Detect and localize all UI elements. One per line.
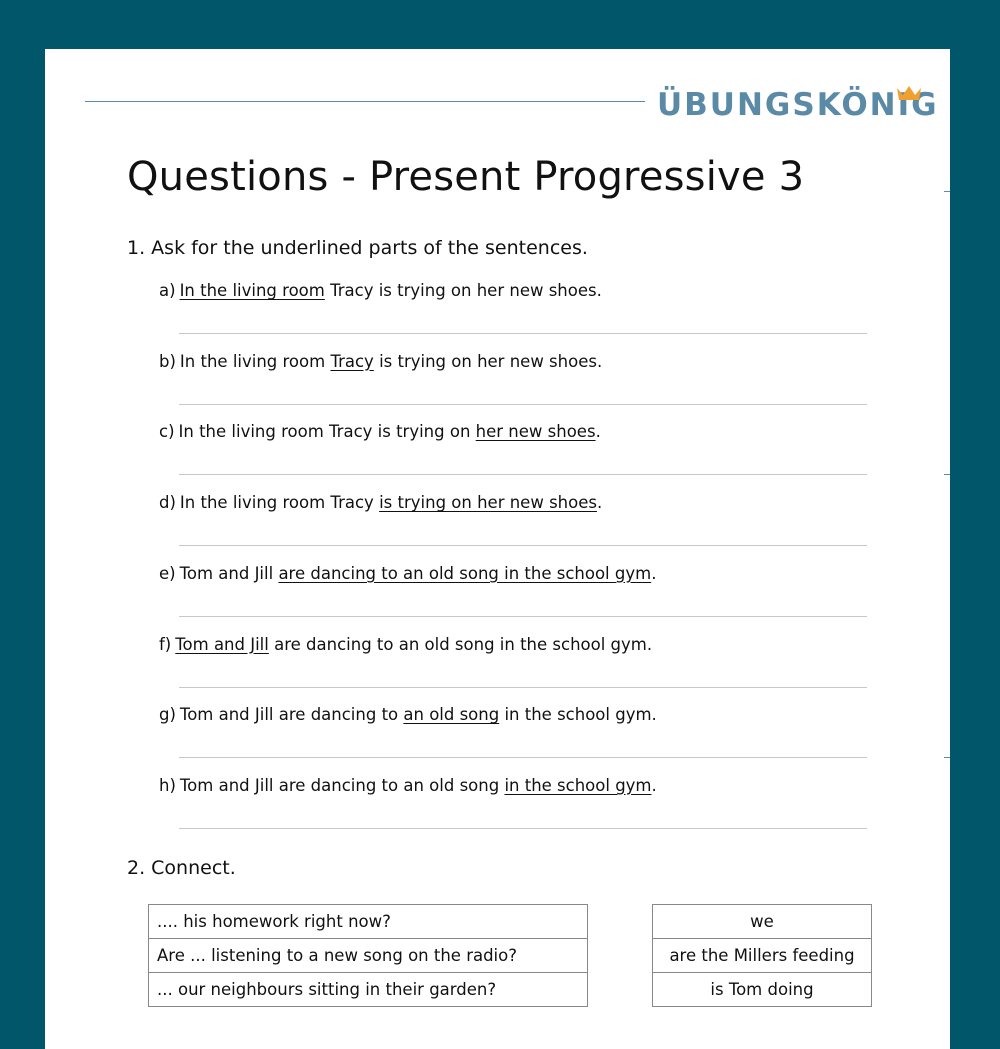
item-underlined-text: is trying on her new shoes	[379, 493, 597, 513]
connect-right-cell[interactable]: is Tom doing	[652, 972, 872, 1007]
connect-left-cell[interactable]: .... his homework right now?	[148, 904, 588, 939]
connect-left-row: ... our neighbours sitting in their gard…	[148, 972, 588, 1007]
item-text-after: in the school gym.	[499, 705, 657, 725]
exercise-item: a) In the living room Tracy is trying on …	[159, 281, 602, 300]
item-underlined-text: in the school gym	[504, 775, 652, 795]
item-label: c)	[159, 422, 175, 442]
connect-right-table: we are the Millers feeding is Tom doing	[652, 904, 872, 1007]
worksheet-page: ÜBUNGSKÖNIG Questions - Present Progress…	[45, 49, 950, 1049]
crown-icon	[897, 86, 921, 100]
exercise-item: b) In the living room Tracy is trying on …	[159, 352, 602, 371]
fold-mark	[944, 191, 950, 192]
exercise-item: f) Tom and Jill are dancing to an old son…	[159, 635, 652, 654]
item-text-before: In the living room Tracy is trying on	[178, 422, 476, 442]
item-text-before: Tom and Jill are dancing to	[179, 705, 404, 725]
connect-left-row: Are ... listening to a new song on the r…	[148, 938, 588, 973]
item-text-after: .	[596, 493, 603, 513]
connect-right-cell[interactable]: we	[652, 904, 872, 939]
item-underlined-text: her new shoes	[475, 422, 596, 442]
answer-line[interactable]	[179, 545, 867, 547]
connect-right-row: are the Millers feeding	[652, 938, 872, 973]
page-title: Questions - Present Progressive 3	[127, 154, 805, 200]
item-text-before: In the living room	[179, 351, 331, 371]
item-text-before: In the living room Tracy	[179, 493, 380, 513]
item-underlined-text: an old song	[403, 705, 500, 725]
item-label: a)	[159, 281, 176, 300]
task2-heading: 2. Connect.	[127, 857, 236, 879]
item-label: d)	[159, 493, 176, 513]
answer-line[interactable]	[179, 474, 867, 476]
item-text-before: Tom and Jill	[179, 563, 279, 583]
item-text-after: Tracy is trying on her new shoes.	[324, 281, 602, 300]
connect-left-cell[interactable]: Are ... listening to a new song on the r…	[148, 938, 588, 973]
item-label: b)	[159, 351, 176, 371]
task1-heading: 1. Ask for the underlined parts of the s…	[127, 237, 588, 259]
header-rule	[85, 101, 645, 102]
item-text-before: Tom and Jill are dancing to an old song	[179, 775, 505, 795]
answer-line[interactable]	[179, 686, 867, 688]
item-underlined-text: Tom and Jill	[175, 634, 269, 654]
exercise-item: e) Tom and Jill are dancing to an old son…	[159, 564, 656, 583]
item-text-after: .	[651, 563, 657, 583]
item-text-after: is trying on her new shoes.	[373, 351, 603, 371]
answer-line[interactable]	[179, 403, 867, 405]
exercise-item: h) Tom and Jill are dancing to an old son…	[159, 776, 657, 795]
connect-right-cell[interactable]: are the Millers feeding	[652, 938, 872, 973]
connect-left-row: .... his homework right now?	[148, 904, 588, 939]
item-label: h)	[159, 775, 176, 795]
connect-right-row: is Tom doing	[652, 972, 872, 1007]
connect-left-cell[interactable]: ... our neighbours sitting in their gard…	[148, 972, 588, 1007]
fold-mark	[944, 757, 950, 758]
item-label: f)	[159, 634, 172, 654]
item-label: g)	[159, 705, 176, 725]
connect-right-row: we	[652, 904, 872, 939]
item-underlined-text: are dancing to an old song in the school…	[278, 563, 652, 583]
item-text-after: are dancing to an old song in the school…	[268, 634, 653, 654]
answer-line[interactable]	[179, 827, 867, 829]
exercise-item: d) In the living room Tracy is trying on …	[159, 493, 602, 512]
item-label: e)	[159, 563, 176, 583]
item-underlined-text: Tracy	[330, 351, 374, 371]
item-text-after: .	[651, 775, 657, 795]
item-underlined-text: In the living room	[179, 281, 325, 300]
exercise-item: c) In the living room Tracy is trying on …	[159, 422, 601, 441]
answer-line[interactable]	[179, 333, 867, 334]
exercise-item: g) Tom and Jill are dancing to an old son…	[159, 705, 657, 724]
answer-line[interactable]	[179, 757, 867, 759]
answer-line[interactable]	[179, 615, 867, 617]
item-text-after: .	[595, 422, 601, 442]
fold-mark	[944, 474, 950, 475]
connect-left-table: .... his homework right now? Are ... list…	[148, 904, 588, 1007]
